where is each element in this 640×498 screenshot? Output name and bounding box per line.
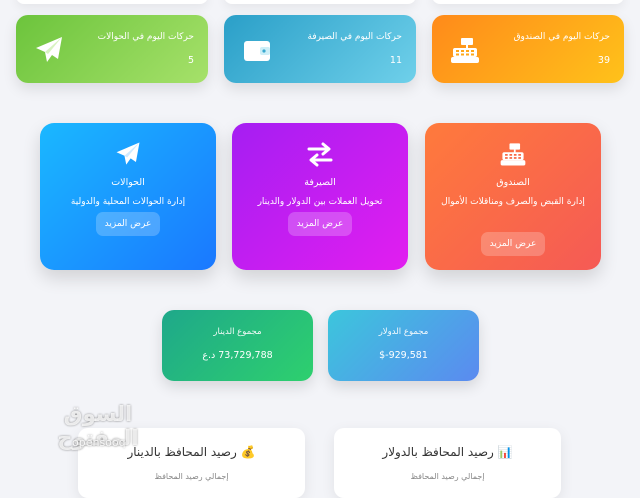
service-description: إدارة الحوالات المحلية والدولية — [70, 197, 186, 207]
total-label: مجموع الدينار — [213, 327, 262, 337]
service-description: تحويل العملات بين الدولار والدينار — [257, 197, 383, 207]
exchange-arrows-icon — [307, 142, 333, 167]
cash-register-icon — [500, 143, 526, 166]
service-card-cashbox[interactable]: الصندوق إدارة القبض والصرف ومناقلات الأم… — [425, 123, 601, 270]
wallet-title: 📊 رصيد المحافظ بالدولار — [382, 445, 513, 459]
total-amount: 929,581-$ — [379, 350, 428, 361]
cash-register-icon — [451, 38, 479, 63]
show-more-button[interactable]: عرض المزيد — [481, 232, 545, 256]
top-card-stub — [432, 0, 624, 4]
paper-plane-icon — [36, 37, 62, 62]
stat-card-exchange[interactable]: حركات اليوم في الصيرفة 11 — [224, 15, 416, 83]
service-card-transfers[interactable]: الحوالات إدارة الحوالات المحلية والدولية… — [40, 123, 216, 270]
top-card-stub — [16, 0, 208, 4]
service-name: الحوالات — [111, 177, 145, 188]
total-label: مجموع الدولار — [378, 327, 429, 337]
stat-card-cashbox[interactable]: حركات اليوم في الصندوق 39 — [432, 15, 624, 83]
wallet-dinar-card[interactable]: 💰 رصيد المحافظ بالدينار إجمالي رصيد المح… — [78, 428, 305, 498]
service-card-exchange[interactable]: الصيرفة تحويل العملات بين الدولار والدين… — [232, 123, 408, 270]
show-more-button[interactable]: عرض المزيد — [96, 212, 160, 236]
service-description: إدارة القبض والصرف ومناقلات الأموال — [441, 197, 585, 207]
stat-card-transfers[interactable]: حركات اليوم في الحوالات 5 — [16, 15, 208, 83]
stat-value: 11 — [389, 55, 402, 66]
paper-plane-icon — [116, 142, 140, 165]
service-name: الصيرفة — [304, 177, 336, 188]
stat-value: 39 — [597, 55, 610, 66]
wallet-dollar-card[interactable]: 📊 رصيد المحافظ بالدولار إجمالي رصيد المح… — [334, 428, 561, 498]
stat-title: حركات اليوم في الصندوق — [513, 32, 610, 42]
total-dollar-card: مجموع الدولار 929,581-$ — [328, 310, 479, 381]
service-name: الصندوق — [496, 177, 530, 188]
wallet-title: 💰 رصيد المحافظ بالدينار — [127, 445, 256, 459]
top-card-stub — [224, 0, 416, 4]
stat-title: حركات اليوم في الصيرفة — [307, 32, 402, 42]
total-dinar-card: مجموع الدينار 73,729,788 د.ع — [162, 310, 313, 381]
show-more-button[interactable]: عرض المزيد — [288, 212, 352, 236]
wallet-icon — [244, 41, 270, 61]
total-amount: 73,729,788 د.ع — [202, 350, 273, 361]
stat-title: حركات اليوم في الحوالات — [97, 32, 194, 42]
stat-value: 5 — [187, 55, 194, 66]
